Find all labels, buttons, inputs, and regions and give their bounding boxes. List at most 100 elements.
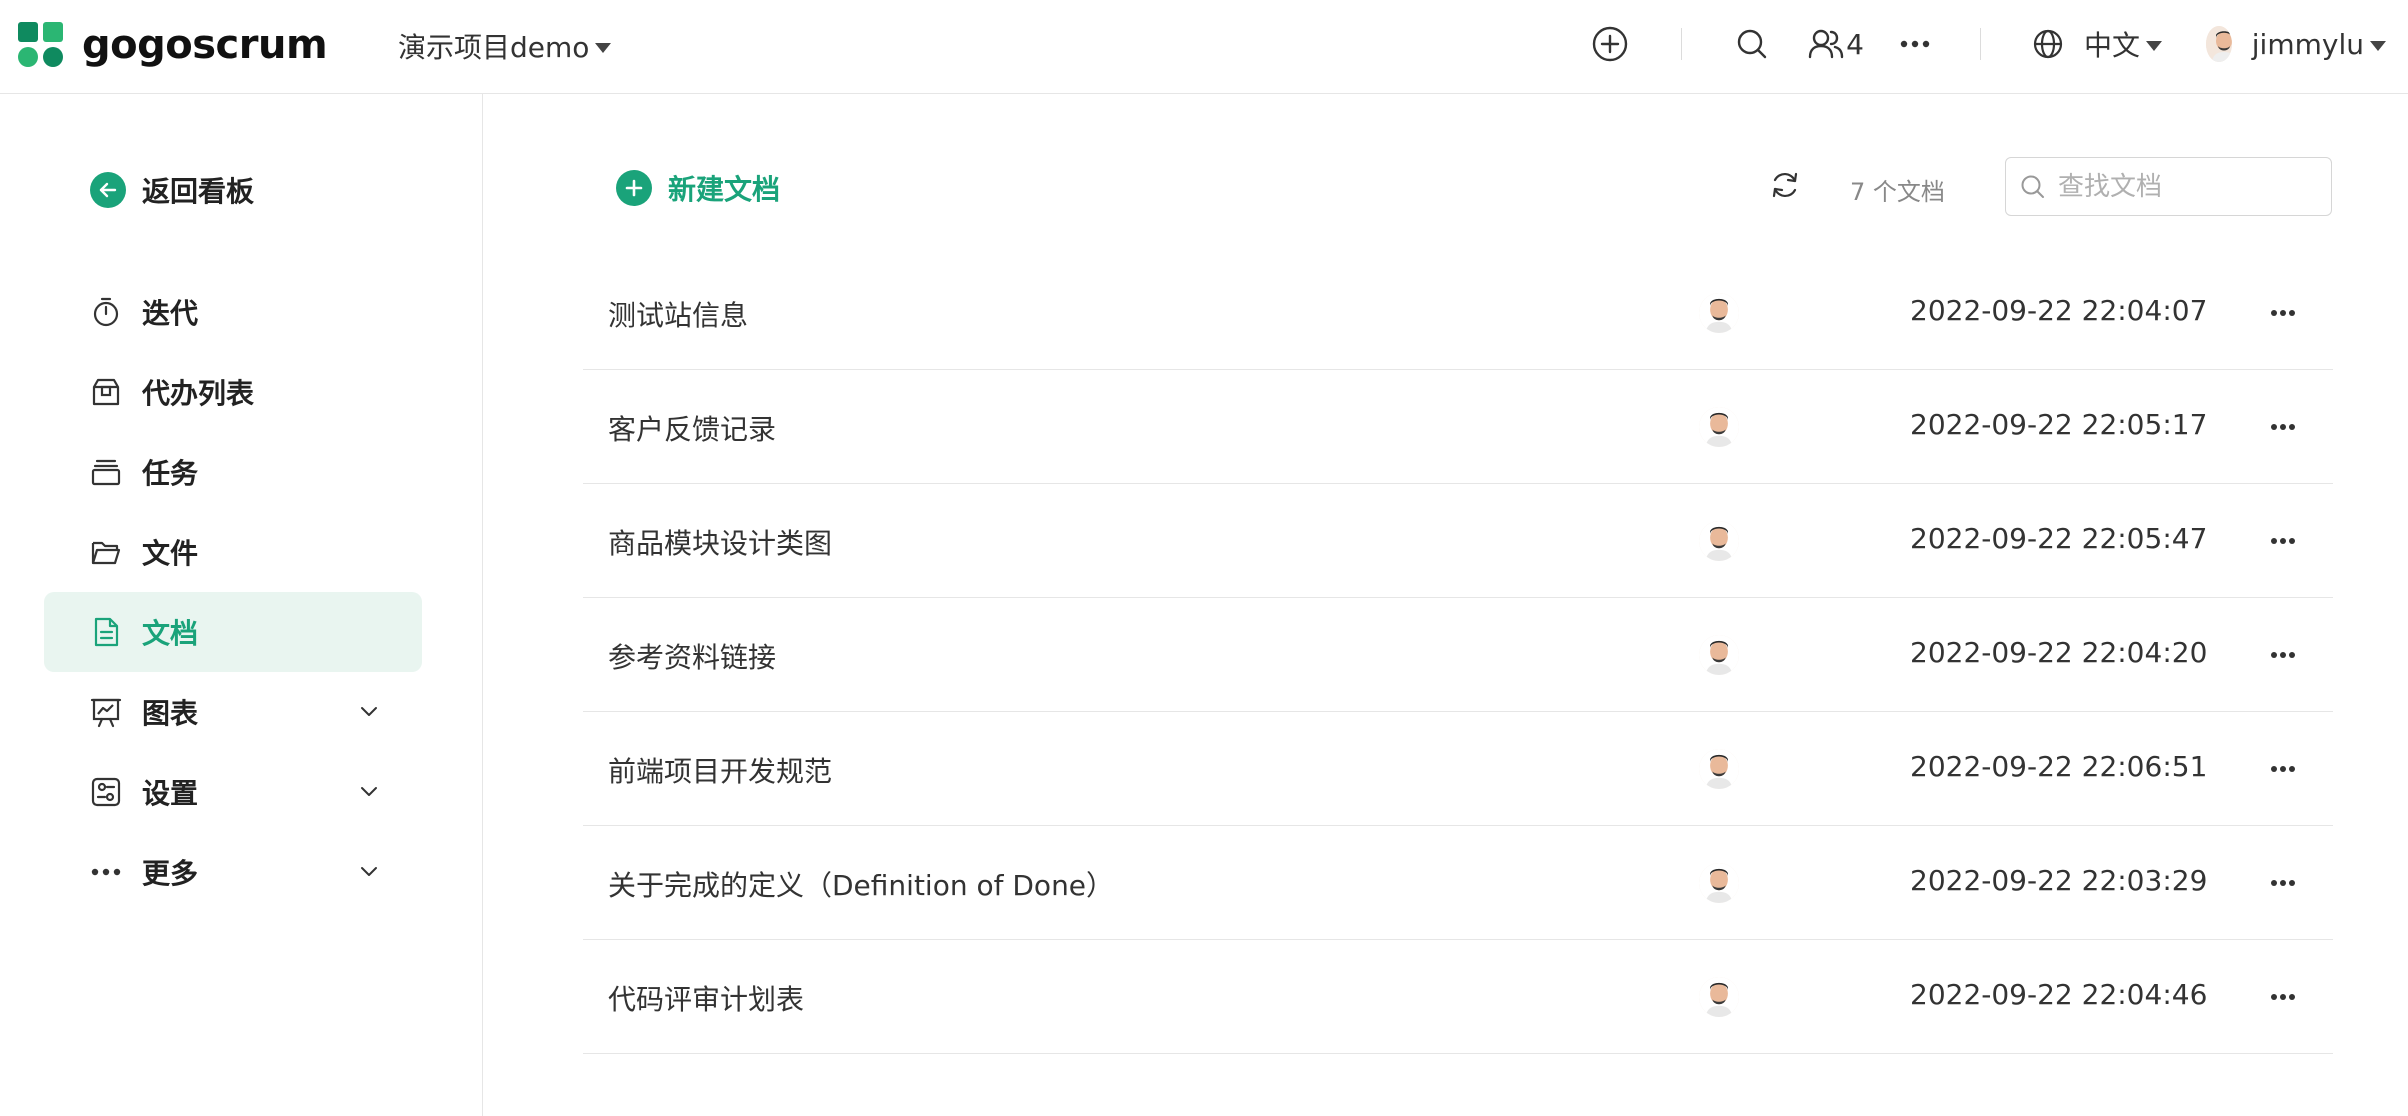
document-row[interactable]: 参考资料链接 2022-09-22 22:04:20 bbox=[583, 598, 2333, 712]
sidebar-item-backlog[interactable]: 代办列表 bbox=[44, 352, 422, 432]
document-count: 7 个文档 bbox=[1850, 178, 1945, 206]
document-title: 参考资料链接 bbox=[608, 641, 777, 674]
sidebar-item-label: 代办列表 bbox=[142, 377, 255, 410]
document-search[interactable] bbox=[2005, 157, 2332, 216]
arrow-left-icon bbox=[90, 172, 126, 208]
row-more-button[interactable] bbox=[2263, 863, 2303, 903]
avatar bbox=[2206, 26, 2232, 62]
row-more-button[interactable] bbox=[2263, 521, 2303, 561]
ellipsis-icon bbox=[2271, 424, 2295, 430]
chevron-down-icon bbox=[361, 787, 377, 796]
backlog-icon bbox=[92, 378, 120, 406]
logo-icon bbox=[18, 22, 64, 68]
document-title: 测试站信息 bbox=[608, 299, 749, 332]
document-title: 代码评审计划表 bbox=[608, 983, 805, 1016]
search-icon bbox=[2021, 175, 2044, 198]
add-button[interactable] bbox=[1590, 24, 1630, 64]
sidebar-item-label: 文档 bbox=[142, 617, 199, 650]
document-list: 测试站信息 2022-09-22 22:04:07 客户反馈记录 2022-09… bbox=[583, 256, 2333, 1054]
caret-down-icon bbox=[2370, 40, 2386, 51]
document-updated-time: 2022-09-22 22:03:29 bbox=[1910, 864, 2208, 897]
ellipsis-icon bbox=[2271, 310, 2295, 316]
caret-down-icon bbox=[2146, 40, 2163, 51]
author-avatar bbox=[1699, 521, 1739, 561]
document-row[interactable]: 前端项目开发规范 2022-09-22 22:06:51 bbox=[583, 712, 2333, 826]
document-row[interactable]: 客户反馈记录 2022-09-22 22:05:17 bbox=[583, 370, 2333, 484]
sidebar-item-label: 任务 bbox=[142, 457, 199, 490]
ellipsis-icon bbox=[2271, 880, 2295, 886]
document-updated-time: 2022-09-22 22:06:51 bbox=[1910, 750, 2208, 783]
caret-down-icon bbox=[595, 42, 612, 53]
author-avatar bbox=[1699, 977, 1739, 1017]
row-more-button[interactable] bbox=[2263, 407, 2303, 447]
document-title: 商品模块设计类图 bbox=[608, 527, 833, 560]
sidebar-item-label: 文件 bbox=[142, 537, 199, 570]
document-icon bbox=[94, 617, 119, 647]
project-selector[interactable]: 演示项目demo bbox=[398, 26, 612, 66]
timer-icon bbox=[93, 297, 119, 327]
ellipsis-icon bbox=[2271, 766, 2295, 772]
ellipsis-icon bbox=[2271, 538, 2295, 544]
username: jimmylu bbox=[2251, 27, 2364, 61]
sidebar-item-charts[interactable]: 图表 bbox=[44, 672, 422, 752]
document-title: 前端项目开发规范 bbox=[608, 755, 833, 788]
header-divider bbox=[1681, 28, 1682, 60]
logo-text: gogoscrum bbox=[82, 22, 328, 68]
sidebar-item-iteration[interactable]: 迭代 bbox=[44, 272, 422, 352]
more-menu-button[interactable] bbox=[1898, 24, 1932, 64]
sidebar-item-documents[interactable]: 文档 bbox=[44, 592, 422, 672]
sidebar-item-settings[interactable]: 设置 bbox=[44, 752, 422, 832]
search-icon bbox=[1737, 29, 1767, 59]
back-to-board-button[interactable]: 返回看板 bbox=[90, 170, 254, 210]
sidebar-item-label: 设置 bbox=[142, 777, 199, 810]
search-input[interactable] bbox=[2058, 171, 2308, 202]
member-count: 4 bbox=[1846, 27, 1864, 61]
sidebar-item-tasks[interactable]: 任务 bbox=[44, 432, 422, 512]
plus-circle-icon bbox=[1592, 26, 1628, 62]
more-icon bbox=[91, 868, 121, 876]
new-document-label: 新建文档 bbox=[668, 173, 781, 206]
globe-icon bbox=[2033, 29, 2063, 59]
document-title: 关于完成的定义（Definition of Done） bbox=[608, 869, 1115, 902]
settings-icon bbox=[91, 777, 121, 807]
author-avatar bbox=[1699, 749, 1739, 789]
row-more-button[interactable] bbox=[2263, 293, 2303, 333]
search-button[interactable] bbox=[1732, 24, 1772, 64]
back-label: 返回看板 bbox=[142, 175, 255, 208]
row-more-button[interactable] bbox=[2263, 977, 2303, 1017]
sidebar-item-files[interactable]: 文件 bbox=[44, 512, 422, 592]
ellipsis-icon bbox=[1900, 40, 1930, 48]
document-updated-time: 2022-09-22 22:05:47 bbox=[1910, 522, 2208, 555]
members-button[interactable]: 4 bbox=[1804, 24, 1868, 64]
header-divider bbox=[1980, 28, 1981, 60]
document-row[interactable]: 商品模块设计类图 2022-09-22 22:05:47 bbox=[583, 484, 2333, 598]
users-icon bbox=[1808, 29, 1844, 59]
author-avatar bbox=[1699, 863, 1739, 903]
document-row[interactable]: 关于完成的定义（Definition of Done） 2022-09-22 2… bbox=[583, 826, 2333, 940]
ellipsis-icon bbox=[2271, 994, 2295, 1000]
new-document-button[interactable]: 新建文档 bbox=[616, 168, 780, 208]
tasks-icon bbox=[91, 459, 121, 486]
sidebar-item-label: 迭代 bbox=[142, 297, 199, 330]
row-more-button[interactable] bbox=[2263, 749, 2303, 789]
document-updated-time: 2022-09-22 22:05:17 bbox=[1910, 408, 2208, 441]
project-name: 演示项目demo bbox=[398, 31, 590, 64]
author-avatar bbox=[1699, 407, 1739, 447]
language-selector[interactable]: 中文 bbox=[2032, 24, 2166, 64]
logo[interactable]: gogoscrum bbox=[18, 22, 328, 68]
refresh-icon[interactable] bbox=[1768, 168, 1802, 202]
document-updated-time: 2022-09-22 22:04:07 bbox=[1910, 294, 2208, 327]
sidebar-item-label: 更多 bbox=[142, 857, 199, 890]
row-more-button[interactable] bbox=[2263, 635, 2303, 675]
document-title: 客户反馈记录 bbox=[608, 413, 777, 446]
top-header: gogoscrum 演示项目demo 4 中文 jimmylu bbox=[0, 0, 2408, 94]
language-label: 中文 bbox=[2084, 29, 2141, 62]
document-row[interactable]: 测试站信息 2022-09-22 22:04:07 bbox=[583, 256, 2333, 370]
document-updated-time: 2022-09-22 22:04:20 bbox=[1910, 636, 2208, 669]
plus-icon bbox=[616, 170, 652, 206]
document-row[interactable]: 代码评审计划表 2022-09-22 22:04:46 bbox=[583, 940, 2333, 1054]
author-avatar bbox=[1699, 635, 1739, 675]
user-menu[interactable]: jimmylu bbox=[2206, 24, 2386, 64]
document-updated-time: 2022-09-22 22:04:46 bbox=[1910, 978, 2208, 1011]
sidebar-item-more[interactable]: 更多 bbox=[44, 832, 422, 912]
